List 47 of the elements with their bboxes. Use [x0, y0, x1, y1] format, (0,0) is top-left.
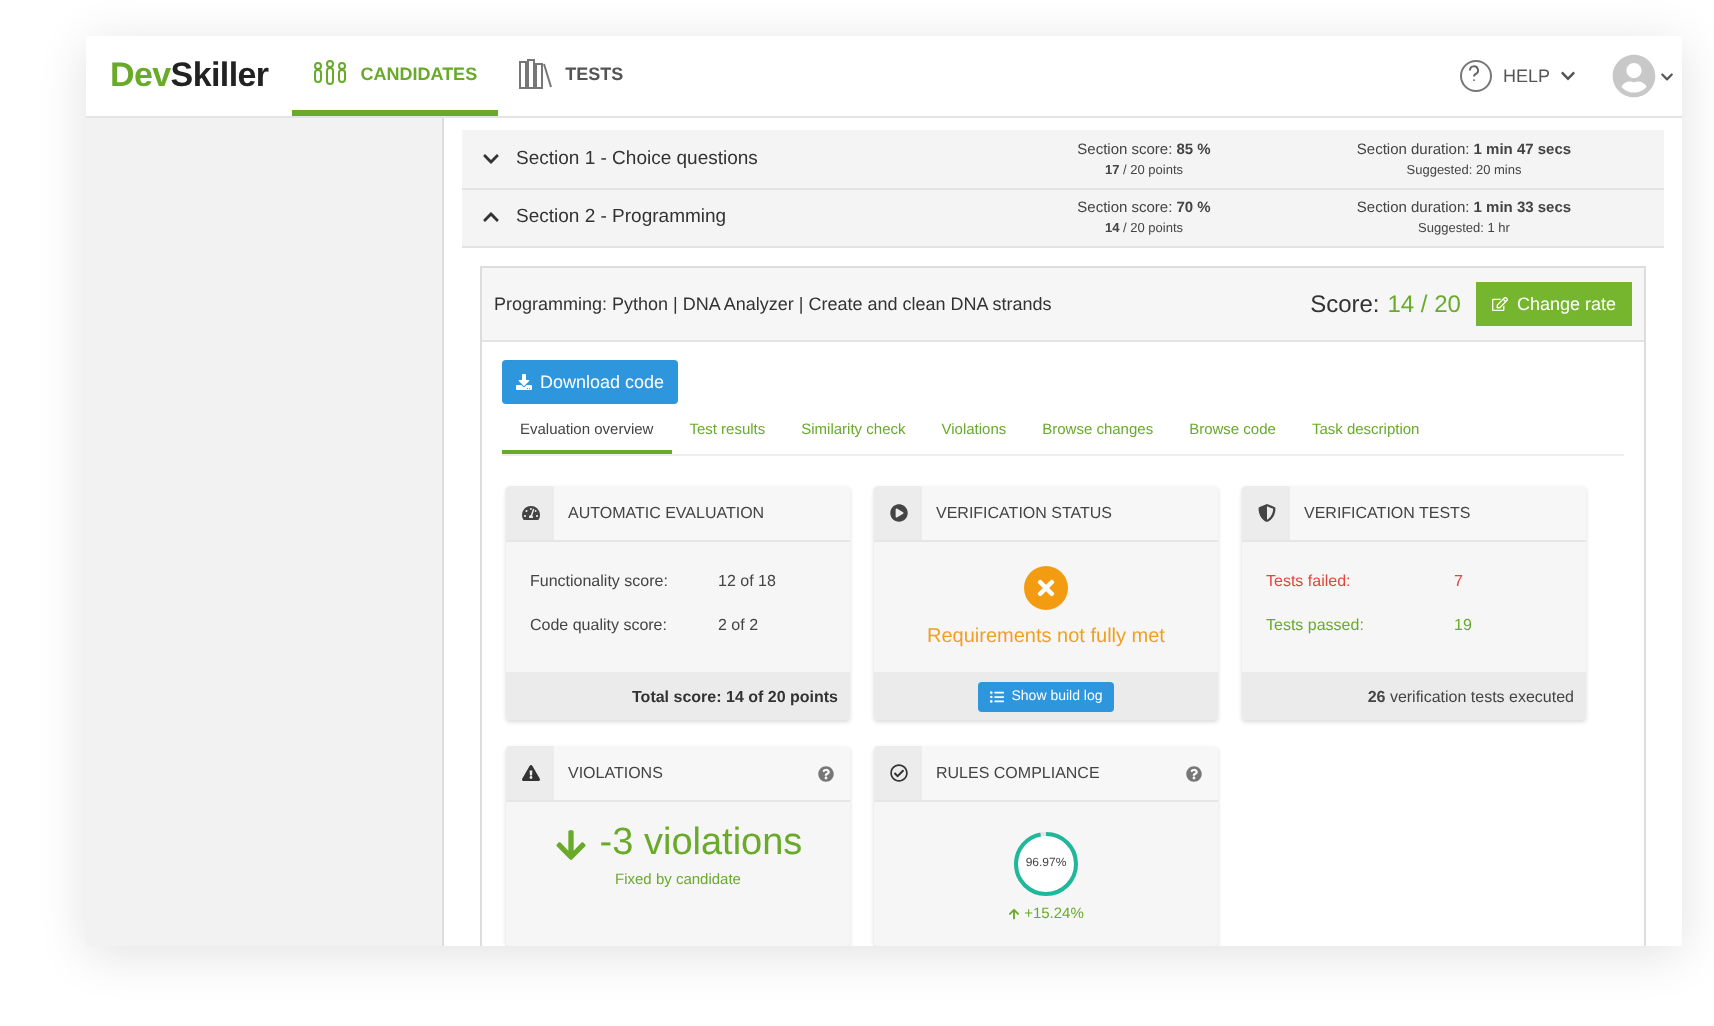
download-button[interactable]: Download code [502, 360, 679, 404]
test-label: Tests passed: [1266, 616, 1366, 634]
card-title: RULES COMPLIANCE [936, 764, 1102, 782]
shield-icon [1257, 504, 1275, 522]
test-label: Tests failed: [1266, 572, 1353, 590]
books-icon [517, 57, 554, 89]
task-title: Programming: Python | DNA Analyzer | Create and clean DNA strands [494, 294, 1054, 314]
error-icon [1024, 566, 1068, 610]
status-message: Requirements not fully met [927, 626, 1165, 648]
total-score: Total score: 14 of 20 points [632, 687, 838, 705]
test-count: 7 [1454, 572, 1465, 590]
help-icon [1460, 60, 1493, 92]
score-label: Code quality score: [530, 616, 669, 634]
score-label: Functionality score: [530, 572, 670, 590]
nav-tab[interactable]: TESTS [497, 36, 644, 116]
logo: DevSkiller [110, 54, 269, 98]
edit-icon [1492, 296, 1509, 312]
test-count: 19 [1454, 616, 1474, 634]
section-title: Section 2 - Programming [516, 206, 727, 229]
download-icon [516, 374, 532, 390]
list-icon [989, 689, 1004, 703]
score-value: 14 / 20 [1387, 290, 1461, 318]
caret-icon [1560, 68, 1576, 84]
gauge-icon [521, 504, 539, 522]
chevron-down-icon[interactable] [482, 149, 500, 168]
arrow-up-icon [1008, 907, 1021, 919]
card-title: VIOLATIONS [568, 764, 665, 782]
score-value: 12 of 18 [718, 572, 778, 590]
card-title: VERIFICATION STATUS [936, 504, 1115, 522]
people-icon [312, 57, 349, 89]
score-label: Score: [1310, 290, 1380, 318]
play-icon [889, 504, 907, 522]
warning-icon [521, 764, 539, 782]
card-title: AUTOMATIC EVALUATION [568, 504, 767, 522]
avatar-icon [1612, 54, 1656, 98]
tests-executed: 26 verification tests executed [1367, 687, 1574, 705]
chevron-up-icon[interactable] [482, 208, 500, 227]
card-title: VERIFICATION TESTS [1304, 504, 1473, 522]
section-title: Section 1 - Choice questions [516, 147, 758, 170]
help-icon[interactable] [1186, 765, 1202, 781]
change-rate-button[interactable]: Change rate [1476, 282, 1632, 326]
help-menu[interactable]: HELP [1460, 36, 1576, 116]
help-icon[interactable] [818, 765, 834, 781]
score-value: 2 of 2 [718, 616, 761, 634]
arrow-down-icon [553, 827, 588, 861]
violations-count: -3 violations [599, 822, 803, 866]
caret-icon [1660, 69, 1674, 83]
